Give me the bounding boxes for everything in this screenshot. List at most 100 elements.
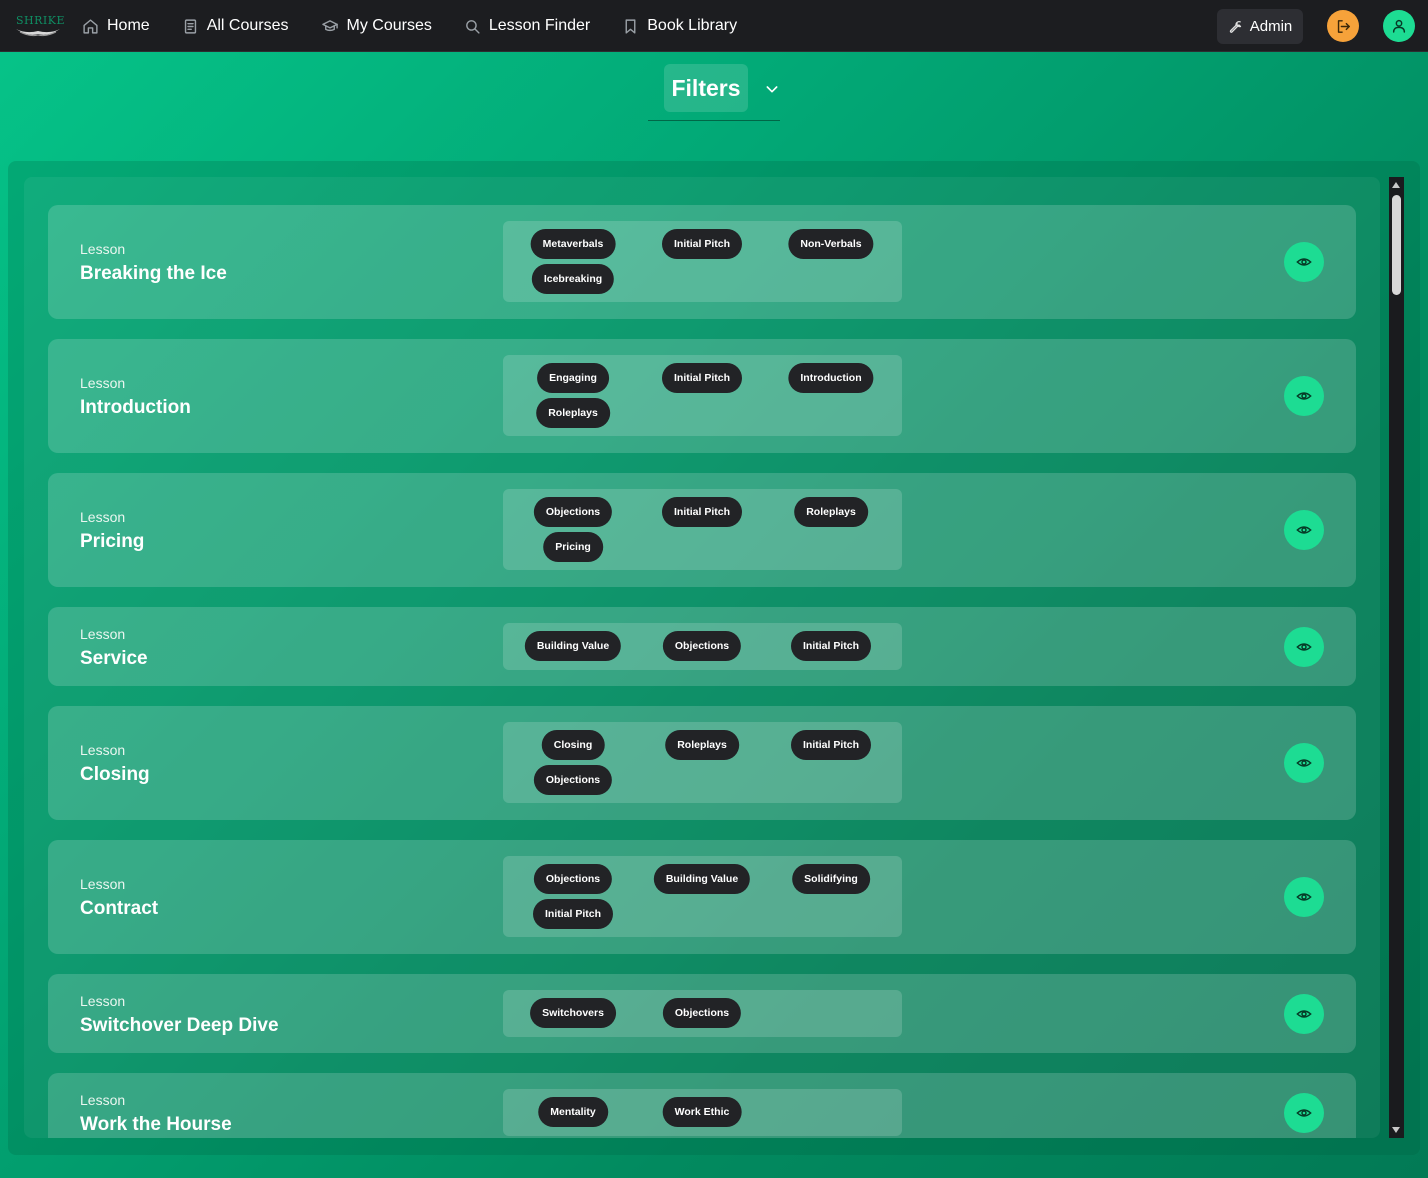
filters-toggle: Filters: [648, 64, 780, 121]
lesson-card: Lesson Switchover Deep Dive Switchovers …: [48, 974, 1356, 1053]
search-icon: [465, 19, 480, 34]
tag-chip[interactable]: Switchovers: [530, 998, 616, 1028]
tag-chip[interactable]: Initial Pitch: [661, 229, 743, 259]
view-lesson-button[interactable]: [1284, 743, 1324, 783]
tag-chip[interactable]: Initial Pitch: [790, 631, 872, 661]
nav-item-lesson-finder[interactable]: Lesson Finder: [464, 0, 590, 52]
eye-icon: [1296, 392, 1312, 400]
lesson-type-label: Lesson: [80, 876, 126, 892]
wrench-icon: [1229, 21, 1241, 33]
tag-chip[interactable]: Objections: [533, 765, 613, 795]
eye-icon: [1296, 893, 1312, 901]
logout-button[interactable]: [1327, 10, 1359, 42]
view-lesson-button[interactable]: [1284, 376, 1324, 416]
nav-item-book-library[interactable]: Book Library: [622, 0, 737, 52]
list-scrollbar[interactable]: [1389, 177, 1404, 1138]
eye-icon: [1296, 258, 1312, 266]
lesson-card: Lesson Contract Objections Building Valu…: [48, 840, 1356, 954]
tag-chip[interactable]: Objections: [533, 497, 613, 527]
nav-menu: Home All Courses My Courses Lesson Finde…: [82, 0, 769, 52]
tag-chip[interactable]: Icebreaking: [531, 264, 615, 294]
home-icon: [83, 18, 98, 34]
eye-icon: [1296, 1010, 1312, 1018]
user-icon: [1392, 19, 1406, 33]
view-lesson-button[interactable]: [1284, 994, 1324, 1034]
lesson-title: Introduction: [80, 397, 191, 418]
lesson-title: Closing: [80, 764, 150, 785]
eye-icon: [1296, 643, 1312, 651]
tag-chip[interactable]: Objections: [662, 998, 742, 1028]
tag-chip[interactable]: Objections: [533, 864, 613, 894]
tag-chip[interactable]: Building Value: [524, 631, 622, 661]
view-lesson-button[interactable]: [1284, 627, 1324, 667]
tag-chip[interactable]: Solidifying: [792, 864, 870, 894]
lesson-card: Lesson Work the Hourse Mentality Work Et…: [48, 1073, 1356, 1138]
tag-chip[interactable]: Non-Verbals: [788, 229, 874, 259]
filters-button[interactable]: Filters: [664, 64, 748, 112]
lesson-type-label: Lesson: [80, 742, 126, 758]
view-lesson-button[interactable]: [1284, 242, 1324, 282]
tag-chip[interactable]: Introduction: [788, 363, 874, 393]
lesson-card: Lesson Breaking the Ice Metaverbals Init…: [48, 205, 1356, 319]
nav-item-all-courses[interactable]: All Courses: [182, 0, 289, 52]
graduation-cap-icon: [321, 19, 338, 31]
tag-chip[interactable]: Mentality: [538, 1097, 608, 1127]
tag-chip[interactable]: Engaging: [537, 363, 609, 393]
tag-chip[interactable]: Initial Pitch: [661, 363, 743, 393]
chevron-down-icon[interactable]: [764, 81, 780, 97]
lesson-tags: Closing Roleplays Initial Pitch Objectio…: [503, 722, 902, 803]
scroll-down-arrow[interactable]: [1392, 1127, 1400, 1133]
admin-label: Admin: [1249, 18, 1293, 35]
tag-chip[interactable]: Initial Pitch: [790, 730, 872, 760]
tag-chip[interactable]: Roleplays: [794, 497, 868, 527]
wing-icon: [16, 29, 60, 37]
shrike-logo[interactable]: SHRIKE: [14, 12, 65, 40]
view-lesson-button[interactable]: [1284, 1093, 1324, 1133]
lesson-tags: Metaverbals Initial Pitch Non-Verbals Ic…: [503, 221, 902, 302]
lesson-tags: Engaging Initial Pitch Introduction Role…: [503, 355, 902, 436]
tag-chip[interactable]: Objections: [662, 631, 742, 661]
lesson-title: Contract: [80, 898, 159, 919]
admin-button[interactable]: Admin: [1217, 9, 1303, 44]
lesson-title: Pricing: [80, 531, 145, 552]
lesson-title: Breaking the Ice: [80, 263, 227, 284]
bookmark-icon: [625, 18, 636, 34]
eye-icon: [1296, 526, 1312, 534]
tag-chip[interactable]: Pricing: [543, 532, 603, 562]
lesson-list: Lesson Breaking the Ice Metaverbals Init…: [24, 177, 1380, 1138]
nav-item-my-courses[interactable]: My Courses: [321, 0, 432, 52]
view-lesson-button[interactable]: [1284, 510, 1324, 550]
nav-label-book-library: Book Library: [647, 17, 738, 34]
tag-chip[interactable]: Metaverbals: [530, 229, 616, 259]
tag-chip[interactable]: Building Value: [653, 864, 751, 894]
tag-chip[interactable]: Initial Pitch: [532, 899, 614, 929]
lesson-card: Lesson Closing Closing Roleplays Initial…: [48, 706, 1356, 820]
tag-chip[interactable]: Initial Pitch: [661, 497, 743, 527]
logout-icon: [1337, 19, 1350, 33]
lesson-card: Lesson Pricing Objections Initial Pitch …: [48, 473, 1356, 587]
eye-icon: [1296, 759, 1312, 767]
lesson-tags: Objections Building Value Solidifying In…: [503, 856, 902, 937]
lesson-tags: Switchovers Objections: [503, 990, 902, 1037]
nav-label-all-courses: All Courses: [206, 17, 289, 34]
lesson-type-label: Lesson: [80, 993, 126, 1009]
scroll-thumb[interactable]: [1392, 195, 1401, 295]
lesson-tags: Objections Initial Pitch Roleplays Prici…: [503, 489, 902, 570]
view-lesson-button[interactable]: [1284, 877, 1324, 917]
lesson-title: Switchover Deep Dive: [80, 1015, 279, 1036]
lesson-tags: Building Value Objections Initial Pitch: [503, 623, 902, 670]
lesson-type-label: Lesson: [80, 626, 126, 642]
tag-chip[interactable]: Roleplays: [536, 398, 610, 428]
tag-chip[interactable]: Roleplays: [665, 730, 739, 760]
scroll-up-arrow[interactable]: [1392, 182, 1400, 188]
profile-button[interactable]: [1383, 10, 1415, 42]
eye-icon: [1296, 1109, 1312, 1117]
nav-label-home: Home: [107, 17, 150, 34]
lesson-type-label: Lesson: [80, 509, 126, 525]
tag-chip[interactable]: Closing: [541, 730, 605, 760]
lesson-card: Lesson Service Building Value Objections…: [48, 607, 1356, 686]
lesson-type-label: Lesson: [80, 1092, 126, 1108]
tag-chip[interactable]: Work Ethic: [662, 1097, 742, 1127]
nav-item-home[interactable]: Home: [82, 0, 150, 52]
lesson-tags: Mentality Work Ethic: [503, 1089, 902, 1136]
